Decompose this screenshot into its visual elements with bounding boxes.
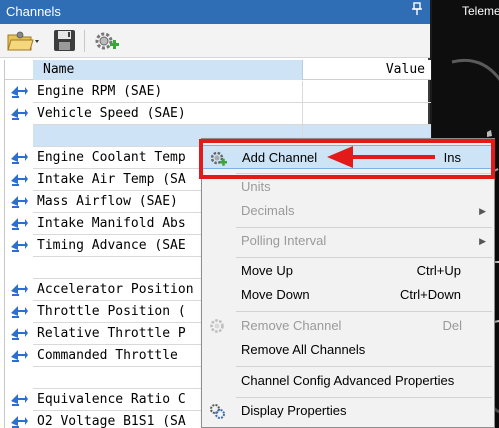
row-cell-icon	[5, 257, 33, 279]
save-disk-icon[interactable]	[52, 29, 78, 53]
menu-separator	[236, 366, 492, 367]
menu-separator	[236, 397, 492, 398]
row-cell-icon	[5, 169, 33, 191]
row-cell-icon	[5, 323, 33, 345]
menu-item-decimals: Decimals ▶	[202, 199, 494, 223]
remove-channel-label: Remove Channel	[241, 318, 342, 333]
remove-all-channels-label: Remove All Channels	[241, 342, 366, 357]
row-cell-icon	[5, 367, 33, 389]
telemetry-title: Telemet	[462, 4, 499, 18]
menu-item-polling-interval: Polling Interval ▶	[202, 229, 494, 253]
row-cell-icon	[5, 345, 33, 367]
menu-item-display-properties[interactable]: Display Properties	[202, 399, 494, 423]
menu-separator	[236, 227, 492, 228]
row-cell-icon	[5, 147, 33, 169]
red-arrow-icon	[327, 146, 435, 168]
menu-separator	[236, 257, 492, 258]
menu-item-move-down[interactable]: Move Down Ctrl+Down	[202, 283, 494, 307]
menu-item-move-up[interactable]: Move Up Ctrl+Up	[202, 259, 494, 283]
row-cell-icon	[5, 301, 33, 323]
menu-item-remove-channel: Remove Channel Del	[202, 314, 494, 338]
menu-item-remove-all-channels[interactable]: Remove All Channels	[202, 338, 494, 362]
column-header-value[interactable]: Value	[305, 60, 429, 80]
context-menu: Add Channel Ins Units Decimals ▶ Polling…	[201, 138, 495, 428]
remove-channel-shortcut: Del	[442, 318, 462, 333]
table-row[interactable]: Vehicle Speed (SAE)	[5, 103, 431, 125]
channel-value	[303, 81, 431, 103]
channel-value	[303, 103, 431, 125]
remove-channel-icon	[208, 317, 226, 335]
open-folder-icon[interactable]	[6, 29, 40, 53]
row-cell-icon	[5, 213, 33, 235]
row-cell-icon	[5, 125, 33, 147]
channel-arrows-icon	[9, 413, 29, 428]
decimals-label: Decimals	[241, 203, 295, 218]
table-row[interactable]: Engine RPM (SAE)	[5, 81, 431, 103]
add-gear-icon[interactable]	[92, 29, 120, 53]
row-cell-icon	[5, 389, 33, 411]
move-down-label: Move Down	[241, 287, 310, 302]
polling-interval-label: Polling Interval	[241, 233, 327, 248]
row-cell-icon	[5, 191, 33, 213]
panel-title: Channels	[0, 0, 430, 24]
row-cell-icon	[5, 411, 33, 428]
channel-name: Vehicle Speed (SAE)	[33, 103, 303, 125]
move-up-shortcut: Ctrl+Up	[416, 263, 461, 278]
toolbar	[0, 24, 430, 58]
channel-config-label: Channel Config Advanced Properties	[241, 373, 455, 388]
row-cell-icon	[5, 235, 33, 257]
move-up-label: Move Up	[241, 263, 294, 278]
menu-item-channel-config[interactable]: Channel Config Advanced Properties	[202, 369, 494, 393]
submenu-arrow-icon: ▶	[479, 206, 486, 216]
row-cell-icon	[5, 103, 33, 125]
row-cell-icon	[5, 279, 33, 301]
toolbar-separator	[84, 30, 85, 52]
grid-header: Name Value	[5, 60, 431, 80]
pin-icon[interactable]	[412, 0, 422, 24]
display-properties-icon	[208, 402, 226, 420]
column-header-name[interactable]: Name	[33, 60, 303, 80]
panel-title-text: Channels	[6, 4, 61, 19]
row-cell-icon	[5, 81, 33, 103]
submenu-arrow-icon: ▶	[479, 236, 486, 246]
display-properties-label: Display Properties	[241, 403, 347, 418]
channel-name: Engine RPM (SAE)	[33, 81, 303, 103]
move-down-shortcut: Ctrl+Down	[399, 287, 461, 302]
menu-separator	[236, 311, 492, 312]
